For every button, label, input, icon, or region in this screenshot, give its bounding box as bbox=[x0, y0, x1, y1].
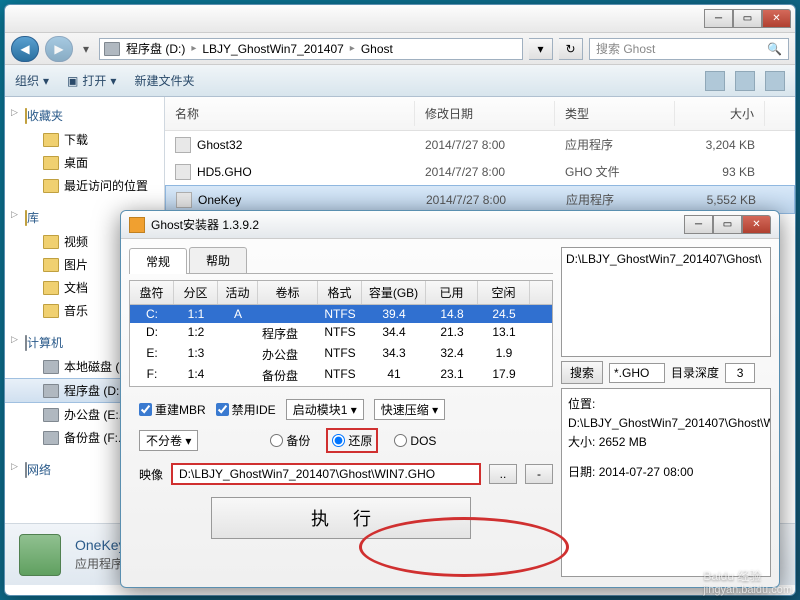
pattern-field[interactable]: *.GHO bbox=[609, 363, 665, 383]
search-input[interactable]: 搜索 Ghost 🔍 bbox=[589, 38, 789, 60]
compress-select[interactable]: 快速压缩 ▾ bbox=[374, 399, 445, 420]
file-icon bbox=[176, 192, 192, 208]
breadcrumb[interactable]: Ghost bbox=[361, 42, 393, 56]
dialog-maximize-button[interactable]: ▭ bbox=[713, 215, 742, 234]
documents-icon bbox=[43, 281, 59, 295]
depth-field[interactable]: 3 bbox=[725, 363, 755, 383]
col-used[interactable]: 已用 bbox=[426, 281, 478, 304]
tab-normal[interactable]: 常规 bbox=[129, 248, 187, 274]
ghost-installer-dialog: Ghost安装器 1.3.9.2 ─ ▭ ✕ 常规 帮助 盘符 分区 活动 卷标… bbox=[120, 210, 780, 588]
col-date[interactable]: 修改日期 bbox=[415, 101, 555, 126]
close-button[interactable]: ✕ bbox=[762, 9, 791, 28]
address-dropdown[interactable]: ▾ bbox=[529, 38, 553, 60]
desktop-icon bbox=[43, 156, 59, 170]
file-columns-header: 名称 修改日期 类型 大小 bbox=[165, 97, 795, 131]
nav-back-button[interactable]: ◀ bbox=[11, 36, 39, 62]
col-size[interactable]: 大小 bbox=[675, 101, 765, 126]
sidebar-favorites[interactable]: 收藏夹 bbox=[5, 103, 164, 128]
depth-label: 目录深度 bbox=[671, 364, 719, 381]
pictures-icon bbox=[43, 258, 59, 272]
disable-ide-checkbox[interactable]: 禁用IDE bbox=[216, 401, 276, 418]
toolbar: 组织 ▾ ▣ 打开 ▾ 新建文件夹 bbox=[5, 65, 795, 97]
col-label[interactable]: 卷标 bbox=[258, 281, 318, 304]
explorer-titlebar[interactable]: ─ ▭ ✕ bbox=[5, 5, 795, 33]
app-icon bbox=[129, 217, 145, 233]
path-list[interactable]: D:\LBJY_GhostWin7_201407\Ghost\ bbox=[561, 247, 771, 357]
address-field[interactable]: 程序盘 (D:)▸ LBJY_GhostWin7_201407▸ Ghost bbox=[99, 38, 523, 60]
maximize-button[interactable]: ▭ bbox=[733, 9, 762, 28]
open-button[interactable]: ▣ 打开 ▾ bbox=[67, 72, 116, 89]
music-icon bbox=[43, 304, 59, 318]
image-path-field[interactable]: D:\LBJY_GhostWin7_201407\Ghost\WIN7.GHO bbox=[171, 463, 481, 485]
col-free[interactable]: 空闲 bbox=[478, 281, 530, 304]
breadcrumb[interactable]: LBJY_GhostWin7_201407 bbox=[202, 42, 343, 56]
backup-radio[interactable]: 备份 bbox=[270, 432, 310, 449]
partition-row[interactable]: F:1:4备份盘NTFS4123.117.9 bbox=[130, 365, 552, 386]
file-icon bbox=[175, 164, 191, 180]
partition-row[interactable]: E:1:3办公盘NTFS34.332.41.9 bbox=[130, 344, 552, 365]
drive-icon bbox=[43, 431, 59, 445]
col-disk[interactable]: 盘符 bbox=[130, 281, 174, 304]
image-label: 映像 bbox=[139, 466, 163, 483]
col-name[interactable]: 名称 bbox=[165, 101, 415, 126]
info-box: 位置: D:\LBJY_GhostWin7_201407\Ghost\WI 大小… bbox=[561, 388, 771, 577]
dos-radio[interactable]: DOS bbox=[394, 434, 436, 448]
drive-icon bbox=[43, 384, 59, 398]
dialog-titlebar[interactable]: Ghost安装器 1.3.9.2 ─ ▭ ✕ bbox=[121, 211, 779, 239]
breadcrumb[interactable]: 程序盘 (D:) bbox=[126, 40, 185, 57]
col-active[interactable]: 活动 bbox=[218, 281, 258, 304]
partition-row[interactable]: D:1:2程序盘NTFS34.421.313.1 bbox=[130, 323, 552, 344]
preview-pane-button[interactable] bbox=[735, 71, 755, 91]
dialog-title: Ghost安装器 1.3.9.2 bbox=[151, 216, 259, 233]
remove-button[interactable]: - bbox=[525, 464, 553, 484]
rebuild-mbr-checkbox[interactable]: 重建MBR bbox=[139, 401, 206, 418]
file-row[interactable]: Ghost322014/7/27 8:00应用程序3,204 KB bbox=[165, 131, 795, 158]
novol-select[interactable]: 不分卷 ▾ bbox=[139, 430, 198, 451]
execute-button[interactable]: 执行 bbox=[211, 497, 471, 539]
partition-row[interactable]: C:1:1ANTFS39.414.824.5 bbox=[130, 305, 552, 323]
browse-button[interactable]: .. bbox=[489, 464, 517, 484]
drive-icon bbox=[104, 42, 120, 56]
address-bar: ◀ ▶ ▾ 程序盘 (D:)▸ LBJY_GhostWin7_201407▸ G… bbox=[5, 33, 795, 65]
sidebar-item-desktop[interactable]: 桌面 bbox=[5, 151, 164, 174]
dialog-close-button[interactable]: ✕ bbox=[742, 215, 771, 234]
search-placeholder: 搜索 Ghost bbox=[596, 40, 655, 57]
recent-icon bbox=[43, 179, 59, 193]
folder-icon bbox=[43, 133, 59, 147]
dialog-minimize-button[interactable]: ─ bbox=[684, 215, 713, 234]
boot-module-select[interactable]: 启动模块1 ▾ bbox=[286, 399, 364, 420]
view-button[interactable] bbox=[705, 71, 725, 91]
partition-table: 盘符 分区 活动 卷标 格式 容量(GB) 已用 空闲 C:1:1ANTFS39… bbox=[129, 280, 553, 387]
nav-forward-button[interactable]: ▶ bbox=[45, 36, 73, 62]
refresh-button[interactable]: ↻ bbox=[559, 38, 583, 60]
video-icon bbox=[43, 235, 59, 249]
organize-menu[interactable]: 组织 ▾ bbox=[15, 72, 49, 89]
file-large-icon bbox=[19, 534, 61, 576]
search-icon: 🔍 bbox=[767, 42, 782, 56]
minimize-button[interactable]: ─ bbox=[704, 9, 733, 28]
file-row[interactable]: HD5.GHO2014/7/27 8:00GHO 文件93 KB bbox=[165, 158, 795, 185]
nav-history-dropdown[interactable]: ▾ bbox=[79, 36, 93, 62]
help-button[interactable] bbox=[765, 71, 785, 91]
search-button[interactable]: 搜索 bbox=[561, 361, 603, 384]
tabs: 常规 帮助 bbox=[129, 247, 553, 274]
col-type[interactable]: 类型 bbox=[555, 101, 675, 126]
tab-help[interactable]: 帮助 bbox=[189, 247, 247, 273]
drive-icon bbox=[43, 360, 59, 374]
file-icon bbox=[175, 137, 191, 153]
col-format[interactable]: 格式 bbox=[318, 281, 362, 304]
restore-radio[interactable]: 还原 bbox=[332, 432, 372, 449]
drive-icon bbox=[43, 408, 59, 422]
sidebar-item-downloads[interactable]: 下载 bbox=[5, 128, 164, 151]
col-capacity[interactable]: 容量(GB) bbox=[362, 281, 426, 304]
new-folder-button[interactable]: 新建文件夹 bbox=[134, 72, 194, 89]
col-part[interactable]: 分区 bbox=[174, 281, 218, 304]
sidebar-item-recent[interactable]: 最近访问的位置 bbox=[5, 174, 164, 197]
watermark: Baidu 经验 jingyan.baidu.com bbox=[703, 567, 792, 596]
